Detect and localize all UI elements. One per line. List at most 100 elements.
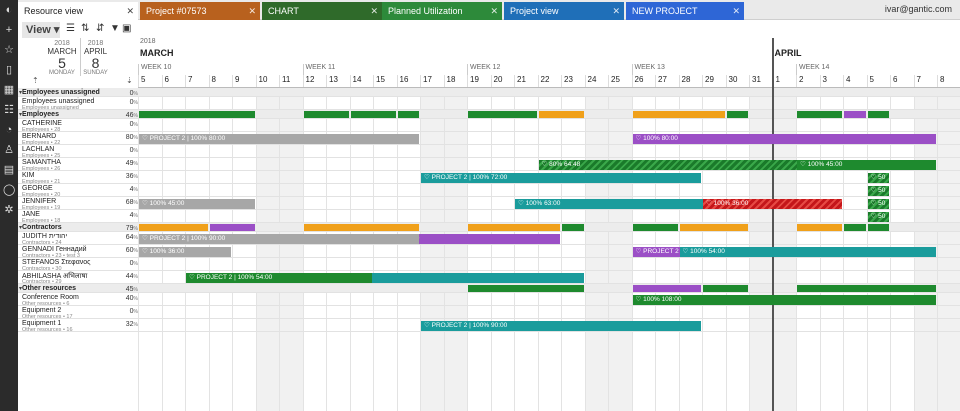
day-label[interactable]: 10 [255, 75, 267, 87]
close-tab-icon[interactable]: ✕ [732, 2, 740, 20]
resource-row[interactable]: JANE Employees • 18 4% [18, 210, 960, 224]
day-label[interactable]: 20 [490, 75, 502, 87]
day-label[interactable]: 5 [138, 75, 145, 87]
resource-name: GENNADI Геннадий [22, 246, 87, 253]
plus-icon[interactable]: + [3, 24, 15, 36]
close-tab-icon[interactable]: ✕ [370, 2, 378, 20]
sort-alt-icon[interactable]: ⇵ [96, 23, 104, 34]
list-icon[interactable]: ☷ [3, 104, 15, 116]
tab-2[interactable]: CHART ✕ [262, 2, 382, 20]
calendar-icon[interactable]: ▣ [122, 23, 131, 34]
chat-icon[interactable]: ◯ [3, 184, 15, 196]
day-label[interactable]: 24 [584, 75, 596, 87]
day-label[interactable]: 5 [866, 75, 874, 87]
task-bar[interactable]: ♡ PROJECT 2 | 100% 90:00 [421, 321, 701, 331]
chart-icon[interactable]: ▦ [3, 84, 15, 96]
day-label[interactable]: 18 [443, 75, 455, 87]
day-label[interactable]: 27 [655, 75, 667, 87]
tab-5[interactable]: NEW PROJECT ✕ [626, 2, 744, 20]
user-email[interactable]: ivar@gantic.com [885, 4, 952, 14]
day-label[interactable]: 12 [302, 75, 314, 87]
resource-group-row[interactable]: ▾ Employees unassigned 0% [18, 88, 960, 97]
utilization-percent: 4% [108, 212, 138, 219]
sort-icon[interactable]: ⇅ [81, 23, 89, 34]
task-bar[interactable]: ♡ PROJECT 2 | 100% 90:00 [139, 234, 419, 244]
inbox-icon[interactable]: ▤ [3, 164, 15, 176]
day-label[interactable]: 3 [819, 75, 827, 87]
day-label[interactable]: 7 [185, 75, 192, 87]
close-tab-icon[interactable]: ✕ [490, 2, 498, 20]
task-bar[interactable]: ♡ 100% 36:00 [703, 199, 842, 209]
day-label[interactable]: 29 [702, 75, 714, 87]
task-bar[interactable]: ♡ 100% 45:00 [139, 199, 255, 209]
task-bar[interactable]: ♡ 100% 54:00 [679, 247, 936, 257]
day-label[interactable]: 21 [514, 75, 526, 87]
star-icon[interactable]: ☆ [3, 44, 15, 56]
task-bar[interactable]: ♡ 100% 45:00 [797, 160, 936, 170]
task-bar[interactable]: ♡ 100% 63:00 [515, 199, 725, 209]
tab-4[interactable]: Project view ✕ [504, 2, 624, 20]
sort-up-icon[interactable]: ⇡ [32, 76, 39, 85]
resource-row[interactable]: CATHERINE Employees • 28 0% [18, 119, 960, 133]
logo-icon[interactable]: ◐ [3, 4, 15, 16]
gear-icon[interactable]: ✲ [3, 204, 15, 216]
resource-row[interactable]: Equipment 2 Other resources • 17 0% [18, 306, 960, 320]
tab-0[interactable]: Resource view ✕ [18, 2, 138, 20]
day-label[interactable]: 23 [561, 75, 573, 87]
person-icon[interactable]: ♙ [3, 144, 15, 156]
day-label[interactable]: 19 [467, 75, 479, 87]
tab-3[interactable]: Planned Utilization ✕ [382, 2, 502, 20]
group-utilization-bar [632, 224, 678, 231]
task-bar[interactable]: ♡ 50 [867, 186, 889, 196]
day-label[interactable]: 15 [373, 75, 385, 87]
day-label[interactable]: 30 [725, 75, 737, 87]
task-bar[interactable]: ♡ 50 [867, 199, 889, 209]
sort-down-icon[interactable]: ⇣ [126, 76, 133, 85]
day-label[interactable]: 26 [631, 75, 643, 87]
doc-icon[interactable]: ▯ [3, 64, 15, 76]
resource-row[interactable]: STEFANOS Στεφανος Contractors • 30 0% [18, 258, 960, 272]
view-dropdown-button[interactable]: View ▾ [22, 22, 60, 38]
resource-row[interactable]: GEORGE Employees • 20 4% [18, 184, 960, 198]
task-bar[interactable]: ♡ 50 [867, 173, 889, 183]
day-label[interactable]: 6 [161, 75, 169, 87]
task-bar[interactable]: ♡ PROJECT 2 | 100% 80:00 [139, 134, 419, 144]
day-label[interactable]: 8 [937, 75, 944, 87]
task-bar[interactable]: ♡ 50 [867, 212, 889, 222]
day-label[interactable]: 9 [232, 75, 239, 87]
day-label[interactable]: 6 [890, 75, 897, 87]
filter-icon[interactable]: ▼ [110, 23, 120, 34]
day-label[interactable]: 31 [749, 75, 761, 87]
day-label[interactable]: 17 [420, 75, 432, 87]
day-label[interactable]: 13 [326, 75, 338, 87]
day-label[interactable]: 8 [208, 75, 216, 87]
drop-icon[interactable]: ◔ [3, 124, 15, 136]
day-label[interactable]: 4 [843, 75, 850, 87]
day-label[interactable]: 14 [349, 75, 361, 87]
expand-rows-icon[interactable]: ☰ [66, 23, 75, 34]
day-label[interactable]: 2 [796, 75, 803, 87]
day-label[interactable]: 1 [772, 75, 780, 87]
resource-row[interactable]: Employees unassigned Employees unassigned… [18, 97, 960, 111]
task-bar[interactable]: ♡ 100% 80:00 [632, 134, 936, 144]
tab-1[interactable]: Project #07573 ✕ [140, 2, 260, 20]
utilization-percent: 0% [108, 308, 138, 315]
day-label[interactable]: 22 [537, 75, 549, 87]
close-tab-icon[interactable]: ✕ [126, 2, 134, 20]
day-label[interactable]: 16 [396, 75, 408, 87]
day-label[interactable]: 25 [608, 75, 620, 87]
task-bar[interactable]: ♡ PROJECT 2 | 100% 54:00 [186, 273, 372, 283]
date-range-picker[interactable]: 2018 MARCH 5 MONDAY 2018 APRIL 8 SUNDAY … [18, 38, 138, 88]
day-label[interactable]: 7 [913, 75, 921, 87]
day-label[interactable]: 11 [279, 75, 290, 87]
task-bar[interactable]: ♡ 100% 36:00 [139, 247, 231, 257]
close-tab-icon[interactable]: ✕ [248, 2, 256, 20]
start-date[interactable]: 2018 MARCH 5 MONDAY [46, 38, 78, 76]
resource-row[interactable]: LACHLAN Employees • 25 0% [18, 145, 960, 159]
task-bar[interactable]: ♡ 100% 108:00 [632, 295, 936, 305]
end-date[interactable]: 2018 APRIL 8 SUNDAY [80, 38, 110, 76]
day-label[interactable]: 28 [678, 75, 690, 87]
close-tab-icon[interactable]: ✕ [612, 2, 620, 20]
task-bar[interactable]: ♡ PROJECT 2 | 100% 72:00 [421, 173, 701, 183]
resource-name: KIM [22, 172, 35, 179]
